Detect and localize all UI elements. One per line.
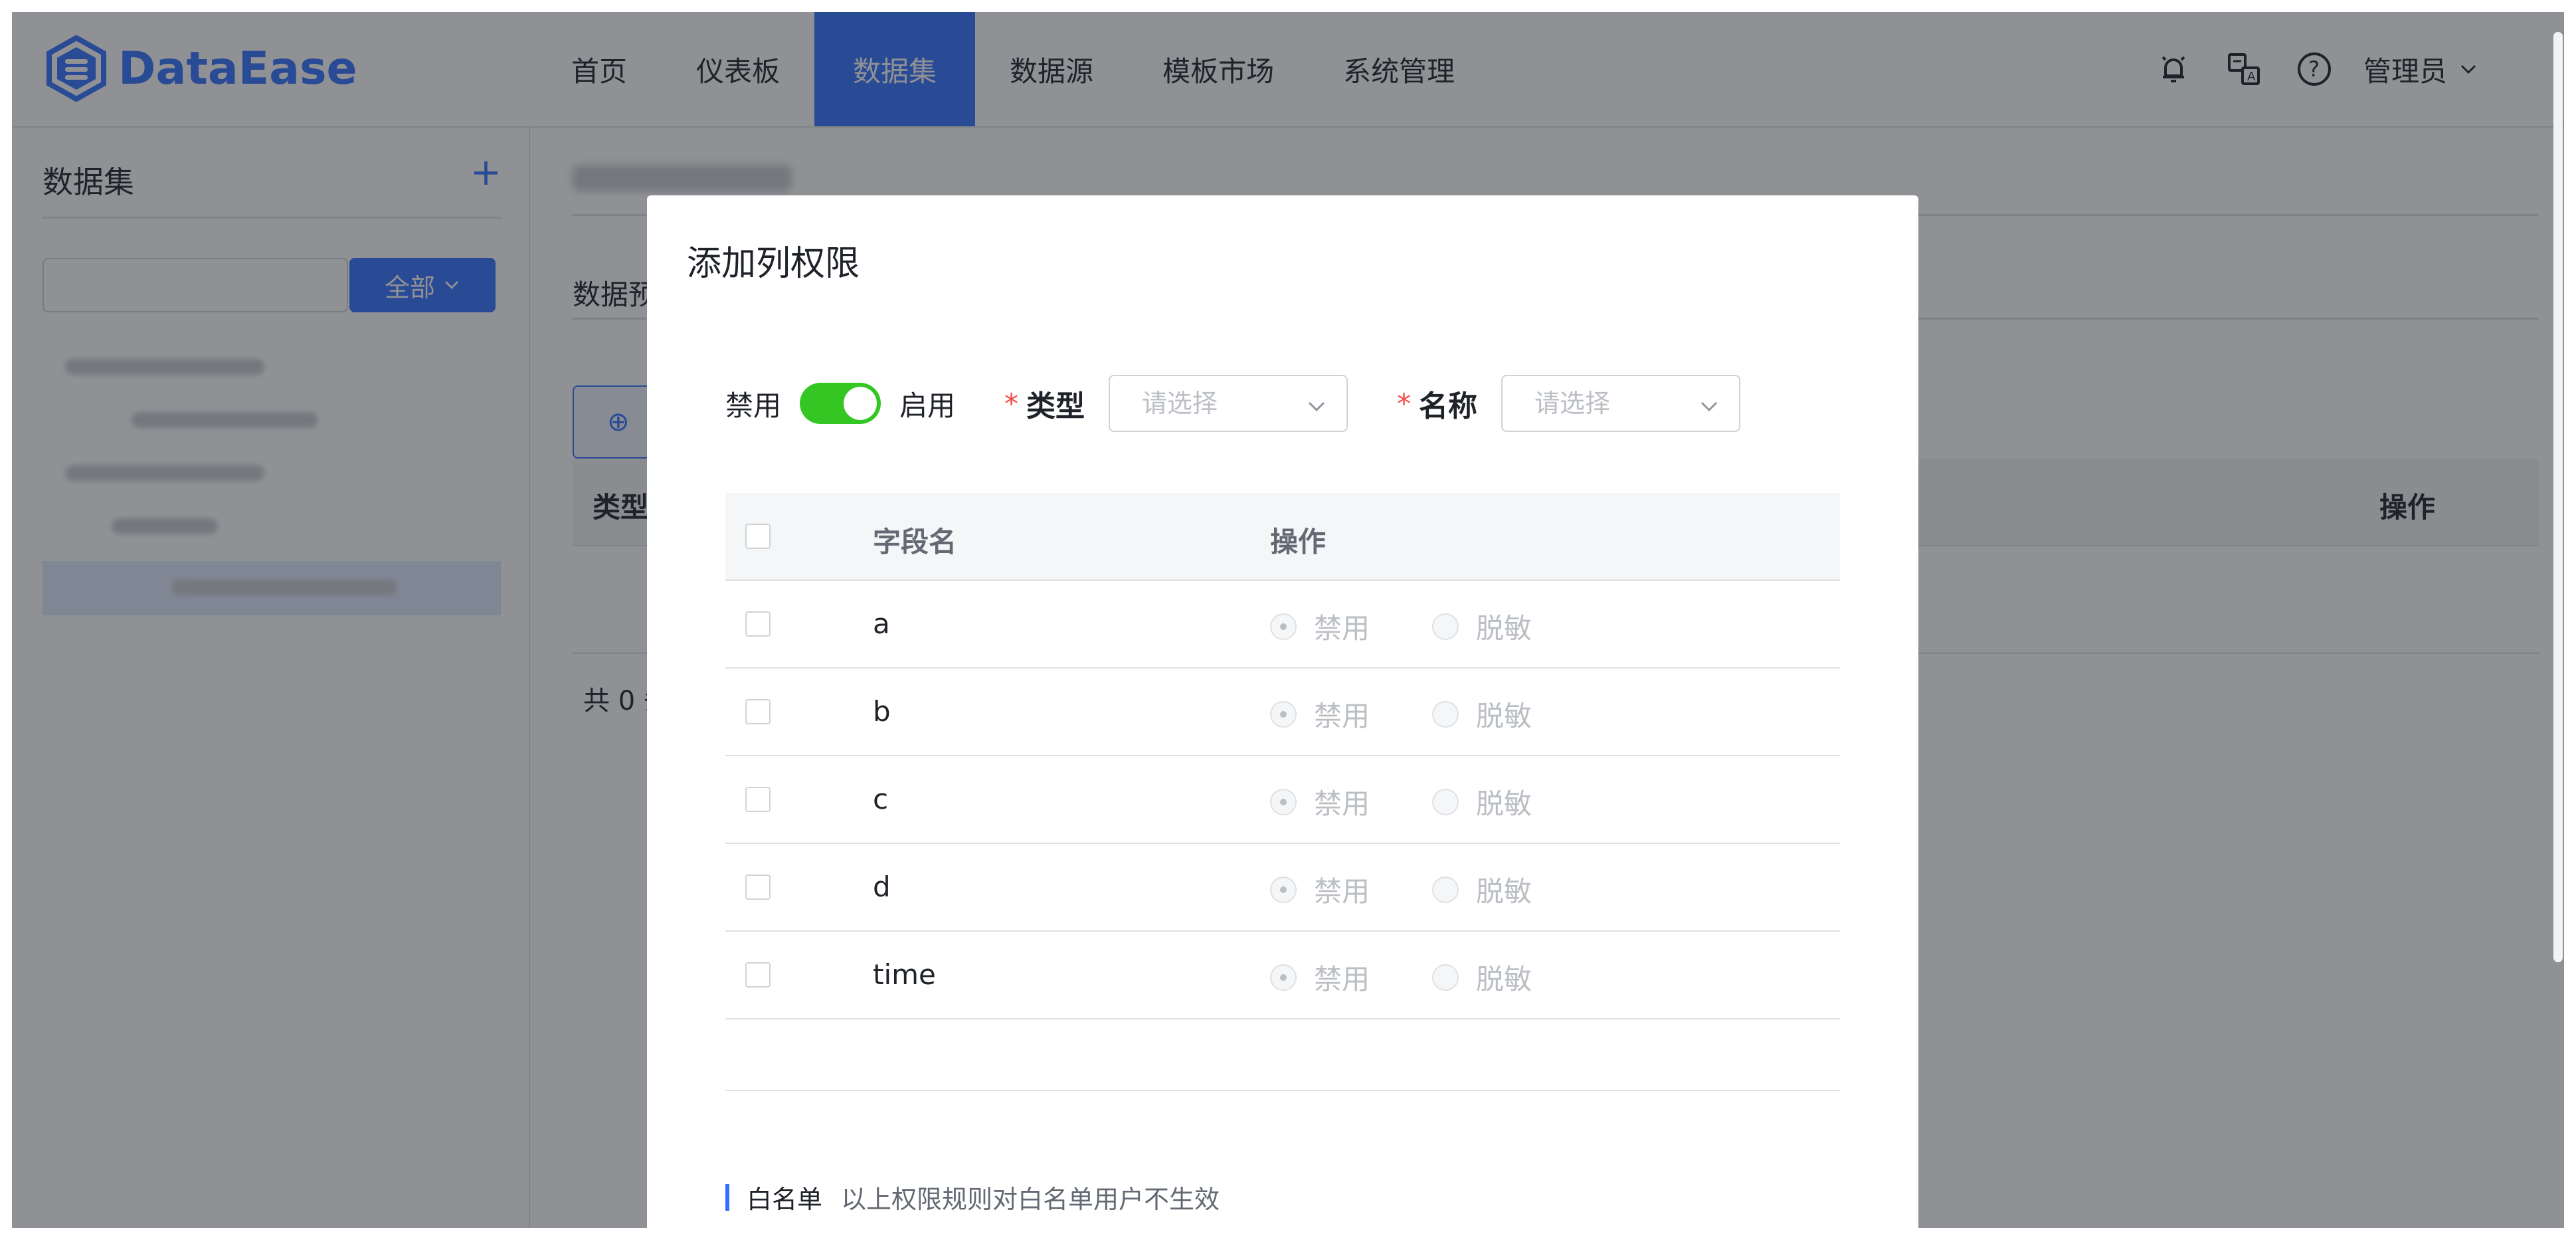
radio-mask[interactable] [1432,876,1459,903]
page-scrollbar[interactable] [2553,32,2563,962]
field-permission-table: 字段名 操作 a 禁用 脱敏 b 禁用 脱敏 c 禁用 脱敏 d 禁用 脱敏 t… [725,493,1840,1091]
table-row: d 禁用 脱敏 [725,844,1840,932]
toggle-on-label: 启用 [899,389,956,422]
permission-controls: 禁用 启用 * 类型 请选择 * 名称 请选择 [725,373,1741,433]
row-checkbox[interactable] [745,699,771,724]
radio-mask[interactable] [1432,700,1459,728]
row-checkbox[interactable] [745,787,771,812]
permission-radio-group: 禁用 脱敏 [1270,606,1594,647]
name-placeholder: 请选择 [1534,389,1611,418]
radio-disable-label: 禁用 [1314,787,1370,820]
column-header-operation: 操作 [1270,526,1327,558]
permission-radio-group: 禁用 脱敏 [1270,781,1594,822]
radio-mask-label: 脱敏 [1476,700,1532,732]
radio-disable[interactable] [1270,876,1297,903]
table-row: time 禁用 脱敏 [725,932,1840,1019]
field-name: d [873,871,891,903]
field-name: time [873,958,936,991]
radio-disable[interactable] [1270,613,1297,640]
radio-mask-label: 脱敏 [1476,875,1532,908]
required-asterisk: * [1004,387,1019,420]
whitelist-section: 白名单 以上权限规则对白名单用户不生效 [725,1179,1220,1215]
table-spacer-row [725,1019,1840,1091]
radio-mask[interactable] [1432,788,1459,815]
radio-mask[interactable] [1432,964,1459,991]
toggle-off-label: 禁用 [725,389,782,422]
field-name: b [873,695,891,728]
table-row: a 禁用 脱敏 [725,581,1840,669]
add-column-permission-dialog: 添加列权限 禁用 启用 * 类型 请选择 * 名称 请选择 字段名 操作 a 禁… [647,195,1918,1228]
dialog-title: 添加列权限 [687,244,860,284]
radio-mask-label: 脱敏 [1476,612,1532,645]
table-row: b 禁用 脱敏 [725,669,1840,756]
radio-disable[interactable] [1270,964,1297,991]
radio-disable-label: 禁用 [1314,963,1370,995]
type-select[interactable]: 请选择 [1109,375,1348,432]
name-select[interactable]: 请选择 [1501,375,1741,432]
radio-disable-label: 禁用 [1314,700,1370,732]
column-header-field-name: 字段名 [873,526,957,558]
required-asterisk: * [1397,387,1412,420]
row-checkbox[interactable] [745,962,771,987]
whitelist-title: 白名单 [747,1185,823,1214]
field-name: a [873,607,890,640]
type-placeholder: 请选择 [1142,389,1218,418]
radio-disable[interactable] [1270,700,1297,728]
radio-disable-label: 禁用 [1314,612,1370,645]
enable-toggle[interactable] [800,383,881,424]
table-header: 字段名 操作 [725,493,1840,581]
row-checkbox[interactable] [745,875,771,900]
whitelist-description: 以上权限规则对白名单用户不生效 [841,1185,1220,1214]
permission-radio-group: 禁用 脱敏 [1270,957,1594,997]
radio-mask[interactable] [1432,613,1459,640]
toggle-knob [844,387,877,420]
radio-disable[interactable] [1270,788,1297,815]
radio-mask-label: 脱敏 [1476,963,1532,995]
radio-mask-label: 脱敏 [1476,787,1532,820]
type-label: 类型 [1026,389,1085,423]
chevron-down-icon [1308,401,1325,412]
whitelist-accent-bar [725,1184,729,1211]
table-row: c 禁用 脱敏 [725,756,1840,844]
radio-disable-label: 禁用 [1314,875,1370,908]
chevron-down-icon [1701,401,1718,412]
permission-radio-group: 禁用 脱敏 [1270,694,1594,734]
field-name: c [873,783,889,815]
select-all-checkbox[interactable] [745,524,771,549]
permission-radio-group: 禁用 脱敏 [1270,869,1594,910]
app-window: DataEase 首页 仪表板 数据集 数据源 模板市场 系统管理 A ? 管理… [12,12,2564,1228]
row-checkbox[interactable] [745,611,771,637]
name-label: 名称 [1419,389,1478,423]
